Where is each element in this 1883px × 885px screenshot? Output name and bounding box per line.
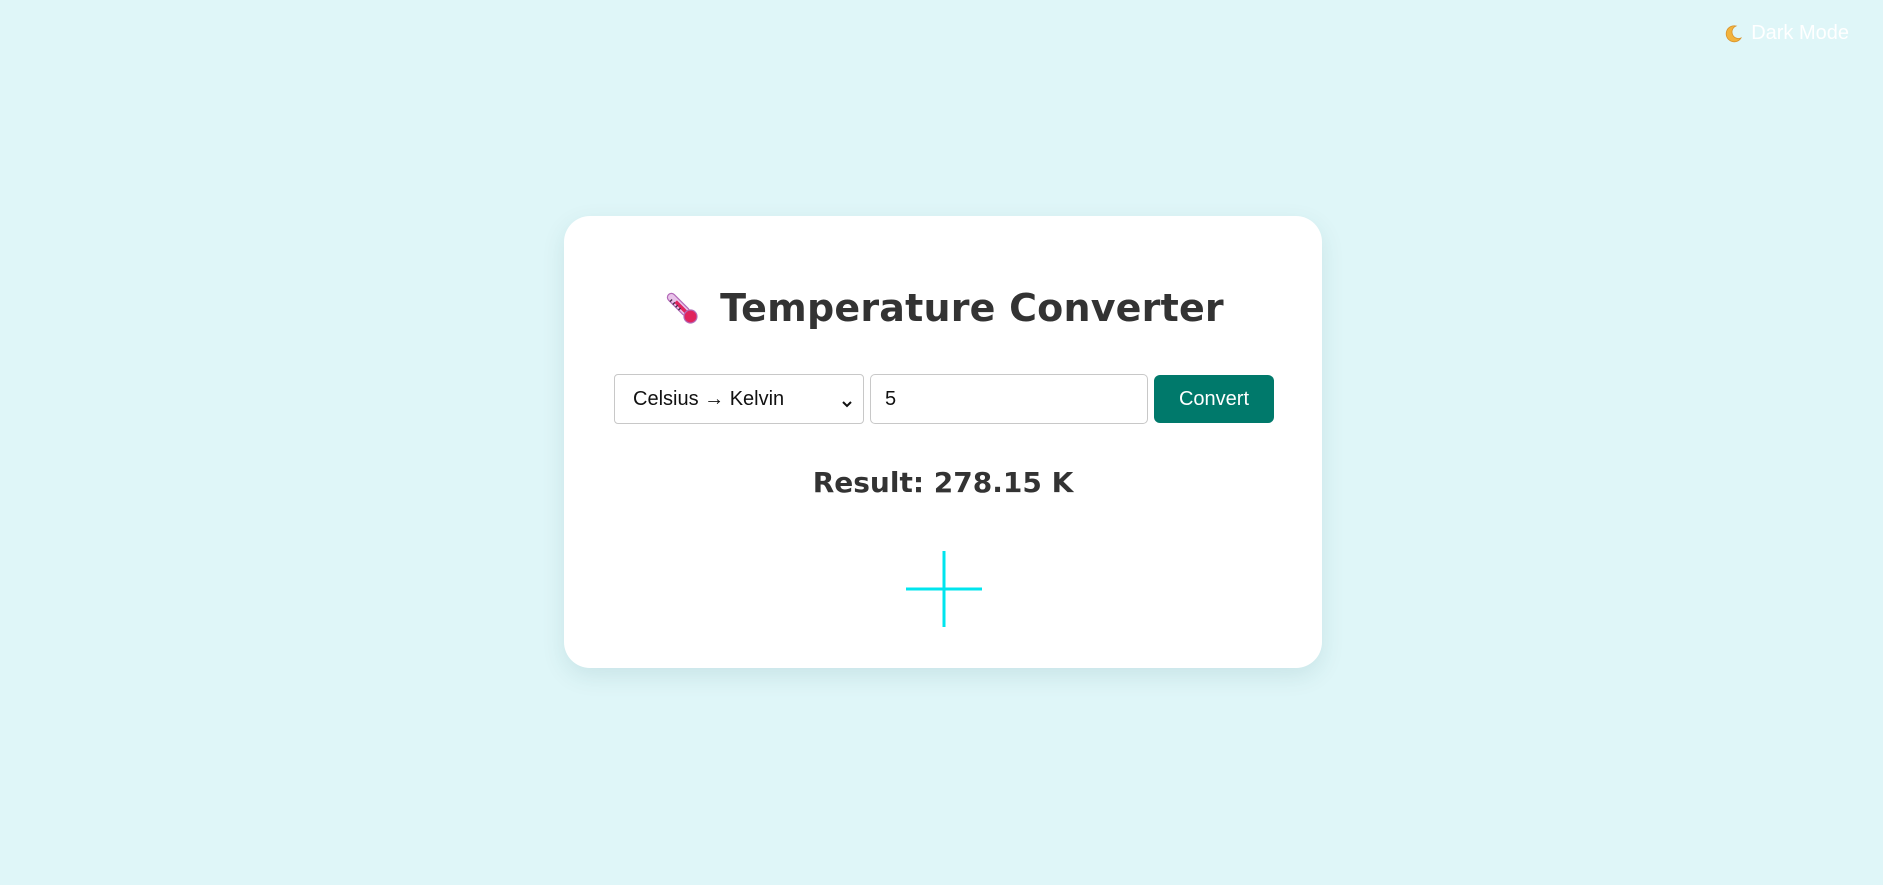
result-label: Result: (812, 466, 925, 499)
chevron-down-icon (841, 393, 853, 408)
moon-icon (1723, 24, 1743, 44)
conversion-select-value: Celsius → Kelvin (633, 387, 785, 410)
result-text: Result: 278.15 K (564, 466, 1322, 499)
converter-controls: Celsius → Kelvin Convert (614, 374, 1274, 424)
convert-button[interactable]: Convert (1154, 375, 1274, 423)
thermometer-icon (662, 287, 702, 329)
page-title: Temperature Converter (720, 286, 1224, 330)
conversion-select[interactable]: Celsius → Kelvin (614, 374, 864, 424)
title-row: Temperature Converter (564, 286, 1322, 330)
result-value: 278.15 K (933, 466, 1074, 499)
dark-mode-toggle[interactable]: Dark Mode (1723, 22, 1849, 45)
converter-card: Temperature Converter Celsius → Kelvin C… (564, 216, 1322, 668)
temperature-input[interactable] (870, 374, 1148, 424)
crosshair-cursor-icon (906, 551, 982, 627)
dark-mode-label: Dark Mode (1751, 22, 1849, 44)
